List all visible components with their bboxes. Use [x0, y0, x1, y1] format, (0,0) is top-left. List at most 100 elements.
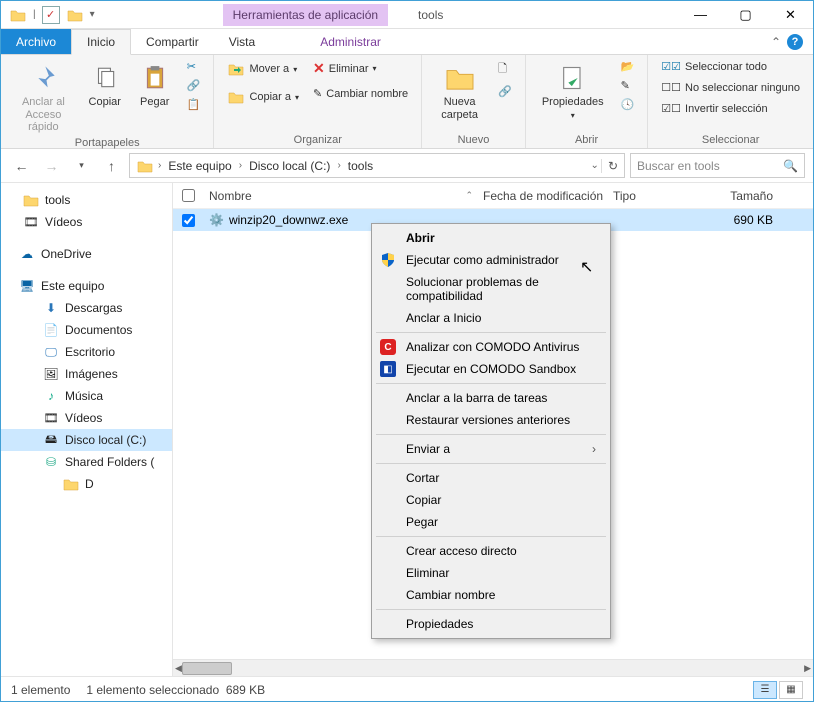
- tree-este-equipo[interactable]: 🖥Este equipo: [1, 275, 172, 297]
- rename-button[interactable]: ✎Cambiar nombre: [310, 86, 411, 101]
- col-name[interactable]: Nombre⌃: [203, 189, 483, 203]
- select-none-button[interactable]: ☐☐No seleccionar ninguno: [658, 80, 803, 95]
- cm-restore[interactable]: Restaurar versiones anteriores: [372, 409, 610, 431]
- tree-escritorio[interactable]: 🖵Escritorio: [1, 341, 172, 363]
- cm-pin-taskbar[interactable]: Anclar a la barra de tareas: [372, 387, 610, 409]
- chevron-right-icon: ›: [592, 442, 596, 456]
- check-icon[interactable]: ✓: [42, 6, 60, 24]
- paste-shortcut-button[interactable]: 📋: [184, 97, 204, 112]
- new-folder-button[interactable]: Nueva carpeta: [432, 59, 487, 124]
- tree-musica[interactable]: ♪Música: [1, 385, 172, 407]
- cm-send-to[interactable]: Enviar a›: [372, 438, 610, 460]
- search-input[interactable]: Buscar en tools 🔍: [630, 153, 805, 178]
- copy-to-button[interactable]: Copiar a▾: [224, 87, 302, 107]
- col-date[interactable]: Fecha de modificación: [483, 189, 613, 203]
- invert-label: Invertir selección: [685, 103, 768, 115]
- tab-archivo[interactable]: Archivo: [1, 29, 71, 54]
- cm-label: Propiedades: [406, 617, 473, 631]
- chevron-right-icon[interactable]: ›: [158, 160, 161, 171]
- cm-copy[interactable]: Copiar: [372, 489, 610, 511]
- cm-paste[interactable]: Pegar: [372, 511, 610, 533]
- copy-button[interactable]: Copiar: [84, 59, 126, 112]
- move-to-button[interactable]: Mover a▾: [224, 59, 302, 79]
- cm-delete[interactable]: Eliminar: [372, 562, 610, 584]
- delete-button[interactable]: ✕Eliminar▾: [310, 59, 411, 78]
- new-item-button[interactable]: 🗋: [495, 59, 515, 80]
- invert-icon: ☑☐: [661, 102, 681, 115]
- tree-descargas[interactable]: ⬇Descargas: [1, 297, 172, 319]
- recent-button[interactable]: ▾: [69, 153, 94, 178]
- select-all-button[interactable]: ☑☑Seleccionar todo: [658, 59, 803, 74]
- cm-admin[interactable]: Ejecutar como administrador: [372, 249, 610, 271]
- tree-videos2[interactable]: 🎞Vídeos: [1, 407, 172, 429]
- chevron-down-icon[interactable]: ▾: [90, 9, 95, 20]
- crumb-folder[interactable]: tools: [345, 159, 376, 173]
- scrollbar-thumb[interactable]: [182, 662, 232, 675]
- forward-button[interactable]: →: [39, 153, 64, 178]
- tree-imagenes[interactable]: 🖼Imágenes: [1, 363, 172, 385]
- tree-videos[interactable]: 🎞Vídeos: [1, 211, 172, 233]
- cm-label: Copiar: [406, 493, 441, 507]
- back-button[interactable]: ←: [9, 153, 34, 178]
- col-size[interactable]: Tamaño: [703, 189, 773, 203]
- close-button[interactable]: ✕: [768, 1, 813, 29]
- tree-tools[interactable]: tools: [1, 189, 172, 211]
- cm-label: Anclar a la barra de tareas: [406, 391, 547, 405]
- pin-button[interactable]: Anclar al Acceso rápido: [11, 59, 76, 137]
- group-new-label: Nuevo: [458, 134, 490, 146]
- edit-small-button[interactable]: ✎: [618, 78, 638, 93]
- refresh-icon[interactable]: ↻: [601, 159, 618, 173]
- nav-tree[interactable]: tools 🎞Vídeos ☁OneDrive 🖥Este equipo ⬇De…: [1, 183, 173, 676]
- chevron-right-icon[interactable]: ›: [239, 160, 242, 171]
- up-button[interactable]: ↑: [99, 153, 124, 178]
- tab-compartir[interactable]: Compartir: [131, 29, 214, 54]
- chevron-right-icon[interactable]: ›: [337, 160, 340, 171]
- tab-vista[interactable]: Vista: [214, 29, 270, 54]
- cm-cut[interactable]: Cortar: [372, 467, 610, 489]
- history-small-button[interactable]: 🕓: [618, 97, 638, 112]
- col-type[interactable]: Tipo: [613, 189, 703, 203]
- tree-d[interactable]: D: [1, 473, 172, 495]
- select-all-checkbox[interactable]: [182, 189, 195, 202]
- tab-inicio[interactable]: Inicio: [71, 29, 131, 55]
- cm-open[interactable]: Abrir: [372, 227, 610, 249]
- cm-properties[interactable]: Propiedades: [372, 613, 610, 635]
- cm-comodo-av[interactable]: CAnalizar con COMODO Antivirus: [372, 336, 610, 358]
- cm-shortcut[interactable]: Crear acceso directo: [372, 540, 610, 562]
- help-icon[interactable]: ?: [787, 34, 803, 50]
- tree-disco-c[interactable]: 🖴Disco local (C:): [1, 429, 172, 451]
- tree-onedrive[interactable]: ☁OneDrive: [1, 243, 172, 265]
- breadcrumb[interactable]: › Este equipo › Disco local (C:) › tools…: [129, 153, 625, 178]
- tree-shared[interactable]: ⛁Shared Folders (: [1, 451, 172, 473]
- crumb-equipo[interactable]: Este equipo: [165, 159, 234, 173]
- paste-button[interactable]: Pegar: [134, 59, 176, 112]
- properties-button[interactable]: Propiedades▾: [536, 59, 610, 124]
- cm-compat[interactable]: Solucionar problemas de compatibilidad: [372, 271, 610, 307]
- folder-icon[interactable]: [66, 6, 84, 24]
- view-details-button[interactable]: ☰: [753, 681, 777, 699]
- easy-access-button[interactable]: 🔗: [495, 84, 515, 99]
- minimize-ribbon-icon[interactable]: ⌃: [771, 35, 781, 49]
- cm-separator: [376, 536, 606, 537]
- minimize-button[interactable]: —: [678, 1, 723, 29]
- address-bar: ← → ▾ ↑ › Este equipo › Disco local (C:)…: [1, 149, 813, 183]
- tab-administrar[interactable]: Administrar: [305, 29, 396, 54]
- open-small-button[interactable]: 📂: [618, 59, 638, 74]
- tree-label: Imágenes: [65, 367, 118, 381]
- row-checkbox[interactable]: [182, 214, 195, 227]
- maximize-button[interactable]: ▢: [723, 1, 768, 29]
- horizontal-scrollbar[interactable]: ◀ ▶: [173, 659, 813, 676]
- view-icons-button[interactable]: ▦: [779, 681, 803, 699]
- tree-documentos[interactable]: 📄Documentos: [1, 319, 172, 341]
- dropdown-icon[interactable]: ⌄: [591, 160, 599, 171]
- copy-path-button[interactable]: 🔗: [184, 78, 204, 93]
- invert-selection-button[interactable]: ☑☐ Invertir selección: [658, 101, 803, 116]
- paste-label: Pegar: [140, 96, 169, 109]
- cm-comodo-sb[interactable]: ◧Ejecutar en COMODO Sandbox: [372, 358, 610, 380]
- edit-icon: ✎: [621, 79, 630, 92]
- crumb-disco[interactable]: Disco local (C:): [246, 159, 333, 173]
- cm-pin-start[interactable]: Anclar a Inicio: [372, 307, 610, 329]
- titlebar: | ✓ ▾ Herramientas de aplicación tools —…: [1, 1, 813, 29]
- cut-button[interactable]: ✂: [184, 59, 204, 74]
- cm-rename[interactable]: Cambiar nombre: [372, 584, 610, 606]
